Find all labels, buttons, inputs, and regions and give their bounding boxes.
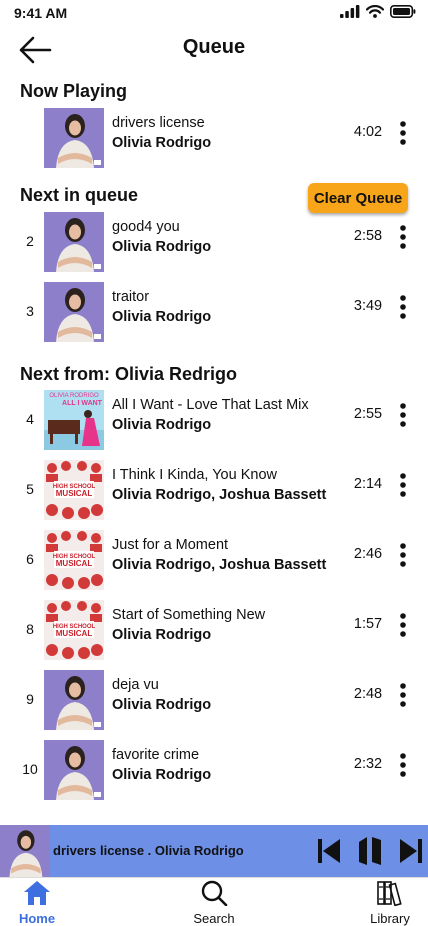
song-duration: 2:32: [353, 756, 383, 772]
song-title: good4 you: [112, 219, 180, 235]
track-number: 9: [26, 691, 34, 707]
song-duration: 2:55: [353, 406, 383, 422]
song-artist: Olivia Rodrigo: [112, 239, 212, 255]
album-art: HIGH SCHOOL MUSICAL: [44, 600, 104, 660]
tab-library-label: Library: [370, 911, 410, 926]
svg-text:MUSICAL: MUSICAL: [56, 559, 93, 568]
skip-previous-icon[interactable]: [316, 836, 342, 866]
album-art: [44, 108, 104, 168]
track-number: 8: [26, 621, 34, 637]
mini-player-album-art: [0, 825, 50, 877]
tab-home-label: Home: [18, 911, 56, 926]
song-artist: Olivia Rodrigo: [112, 309, 212, 325]
more-options-icon[interactable]: [394, 120, 412, 146]
queue-row[interactable]: 6 HIGH SCHOOL MUSICAL Just for a Moment …: [0, 530, 428, 590]
svg-text:OLIVIA RODRIGO: OLIVIA RODRIGO: [49, 393, 99, 399]
mini-player-track: drivers license . Olivia Rodrigo: [53, 843, 244, 858]
song-duration: 3:49: [353, 298, 383, 314]
next-from-heading: Next from: Olivia Redrigo: [20, 364, 238, 384]
tab-bar: Home Search Library: [0, 877, 428, 926]
song-duration: 4:02: [353, 124, 383, 140]
album-art: [44, 670, 104, 730]
page-title: Queue: [182, 36, 246, 58]
song-duration: 2:48: [353, 686, 383, 702]
album-art: HIGH SCHOOL MUSICAL: [44, 530, 104, 590]
cellular-signal-icon: [340, 5, 360, 18]
more-options-icon[interactable]: [394, 752, 412, 778]
header: Queue: [0, 30, 428, 70]
svg-text:MUSICAL: MUSICAL: [56, 489, 93, 498]
song-artist: Olivia Rodrigo, Joshua Bassett: [112, 487, 327, 503]
more-options-icon[interactable]: [394, 612, 412, 638]
album-art: [44, 212, 104, 272]
song-artist: Olivia Rodrigo: [112, 627, 212, 643]
svg-text:ALL I WANT: ALL I WANT: [62, 400, 103, 407]
more-options-icon[interactable]: [394, 682, 412, 708]
wifi-icon: [366, 5, 384, 18]
song-duration: 2:58: [353, 228, 383, 244]
track-number: 6: [26, 551, 34, 567]
home-icon: [24, 881, 50, 905]
song-title: deja vu: [112, 677, 159, 693]
track-number: 10: [22, 761, 38, 777]
queue-row[interactable]: 2 good4 you Olivia Rodrigo 2:58: [0, 212, 428, 272]
album-art: OLIVIA RODRIGO ALL I WANT: [44, 390, 104, 450]
tab-search-label: Search: [193, 911, 235, 926]
song-title: All I Want - Love That Last Mix: [112, 397, 309, 413]
pause-icon[interactable]: [356, 836, 384, 866]
more-options-icon[interactable]: [394, 224, 412, 250]
now-playing-heading: Now Playing: [20, 81, 128, 101]
tab-search[interactable]: Search: [174, 880, 254, 926]
song-duration: 2:46: [353, 546, 383, 562]
song-duration: 1:57: [353, 616, 383, 632]
queue-row[interactable]: 4 OLIVIA RODRIGO ALL I WANT All I Want -…: [0, 390, 428, 450]
clear-queue-button[interactable]: Clear Queue: [308, 183, 408, 213]
album-art: HIGH SCHOOL MUSICAL: [44, 460, 104, 520]
song-artist: Olivia Rodrigo: [112, 697, 212, 713]
track-number: 4: [26, 411, 34, 427]
track-number: 5: [26, 481, 34, 497]
status-bar: 9:41 AM: [0, 0, 428, 26]
song-artist: Olivia Rodrigo, Joshua Bassett: [112, 557, 327, 573]
mini-player[interactable]: drivers license . Olivia Rodrigo: [0, 825, 428, 877]
now-playing-row[interactable]: drivers license Olivia Rodrigo 4:02: [0, 108, 428, 168]
album-art: [44, 740, 104, 800]
search-icon: [201, 880, 228, 907]
song-artist: Olivia Rodrigo: [112, 767, 212, 783]
queue-row[interactable]: 3 traitor Olivia Rodrigo 3:49: [0, 282, 428, 342]
battery-icon: [390, 5, 416, 18]
queue-row[interactable]: 8 HIGH SCHOOL MUSICAL Start of Something…: [0, 600, 428, 660]
queue-row[interactable]: 10 favorite crime Olivia Rodrigo 2:32: [0, 740, 428, 800]
track-number: 2: [26, 233, 34, 249]
library-icon: [377, 881, 402, 907]
song-artist: Olivia Rodrigo: [112, 135, 212, 151]
queue-row[interactable]: 9 deja vu Olivia Rodrigo 2:48: [0, 670, 428, 730]
next-in-queue-heading: Next in queue: [20, 185, 139, 205]
album-art: [44, 282, 104, 342]
song-title: favorite crime: [112, 747, 200, 763]
tab-library[interactable]: Library: [350, 880, 428, 926]
svg-text:MUSICAL: MUSICAL: [56, 629, 93, 638]
track-number: 3: [26, 303, 34, 319]
song-title: I Think I Kinda, You Know: [112, 467, 277, 483]
more-options-icon[interactable]: [394, 542, 412, 568]
song-title: Start of Something New: [112, 607, 266, 623]
status-time: 9:41 AM: [14, 5, 68, 21]
more-options-icon[interactable]: [394, 402, 412, 428]
song-duration: 2:14: [353, 476, 383, 492]
song-title: drivers license: [112, 115, 205, 131]
song-artist: Olivia Rodrigo: [112, 417, 212, 433]
skip-next-icon[interactable]: [398, 836, 424, 866]
queue-row[interactable]: 5 HIGH SCHOOL MUSICAL I Think I Kinda, Y…: [0, 460, 428, 520]
status-icons: [340, 5, 416, 18]
song-title: traitor: [112, 289, 150, 305]
song-title: Just for a Moment: [112, 537, 229, 553]
tab-home[interactable]: Home: [0, 880, 77, 926]
more-options-icon[interactable]: [394, 294, 412, 320]
more-options-icon[interactable]: [394, 472, 412, 498]
